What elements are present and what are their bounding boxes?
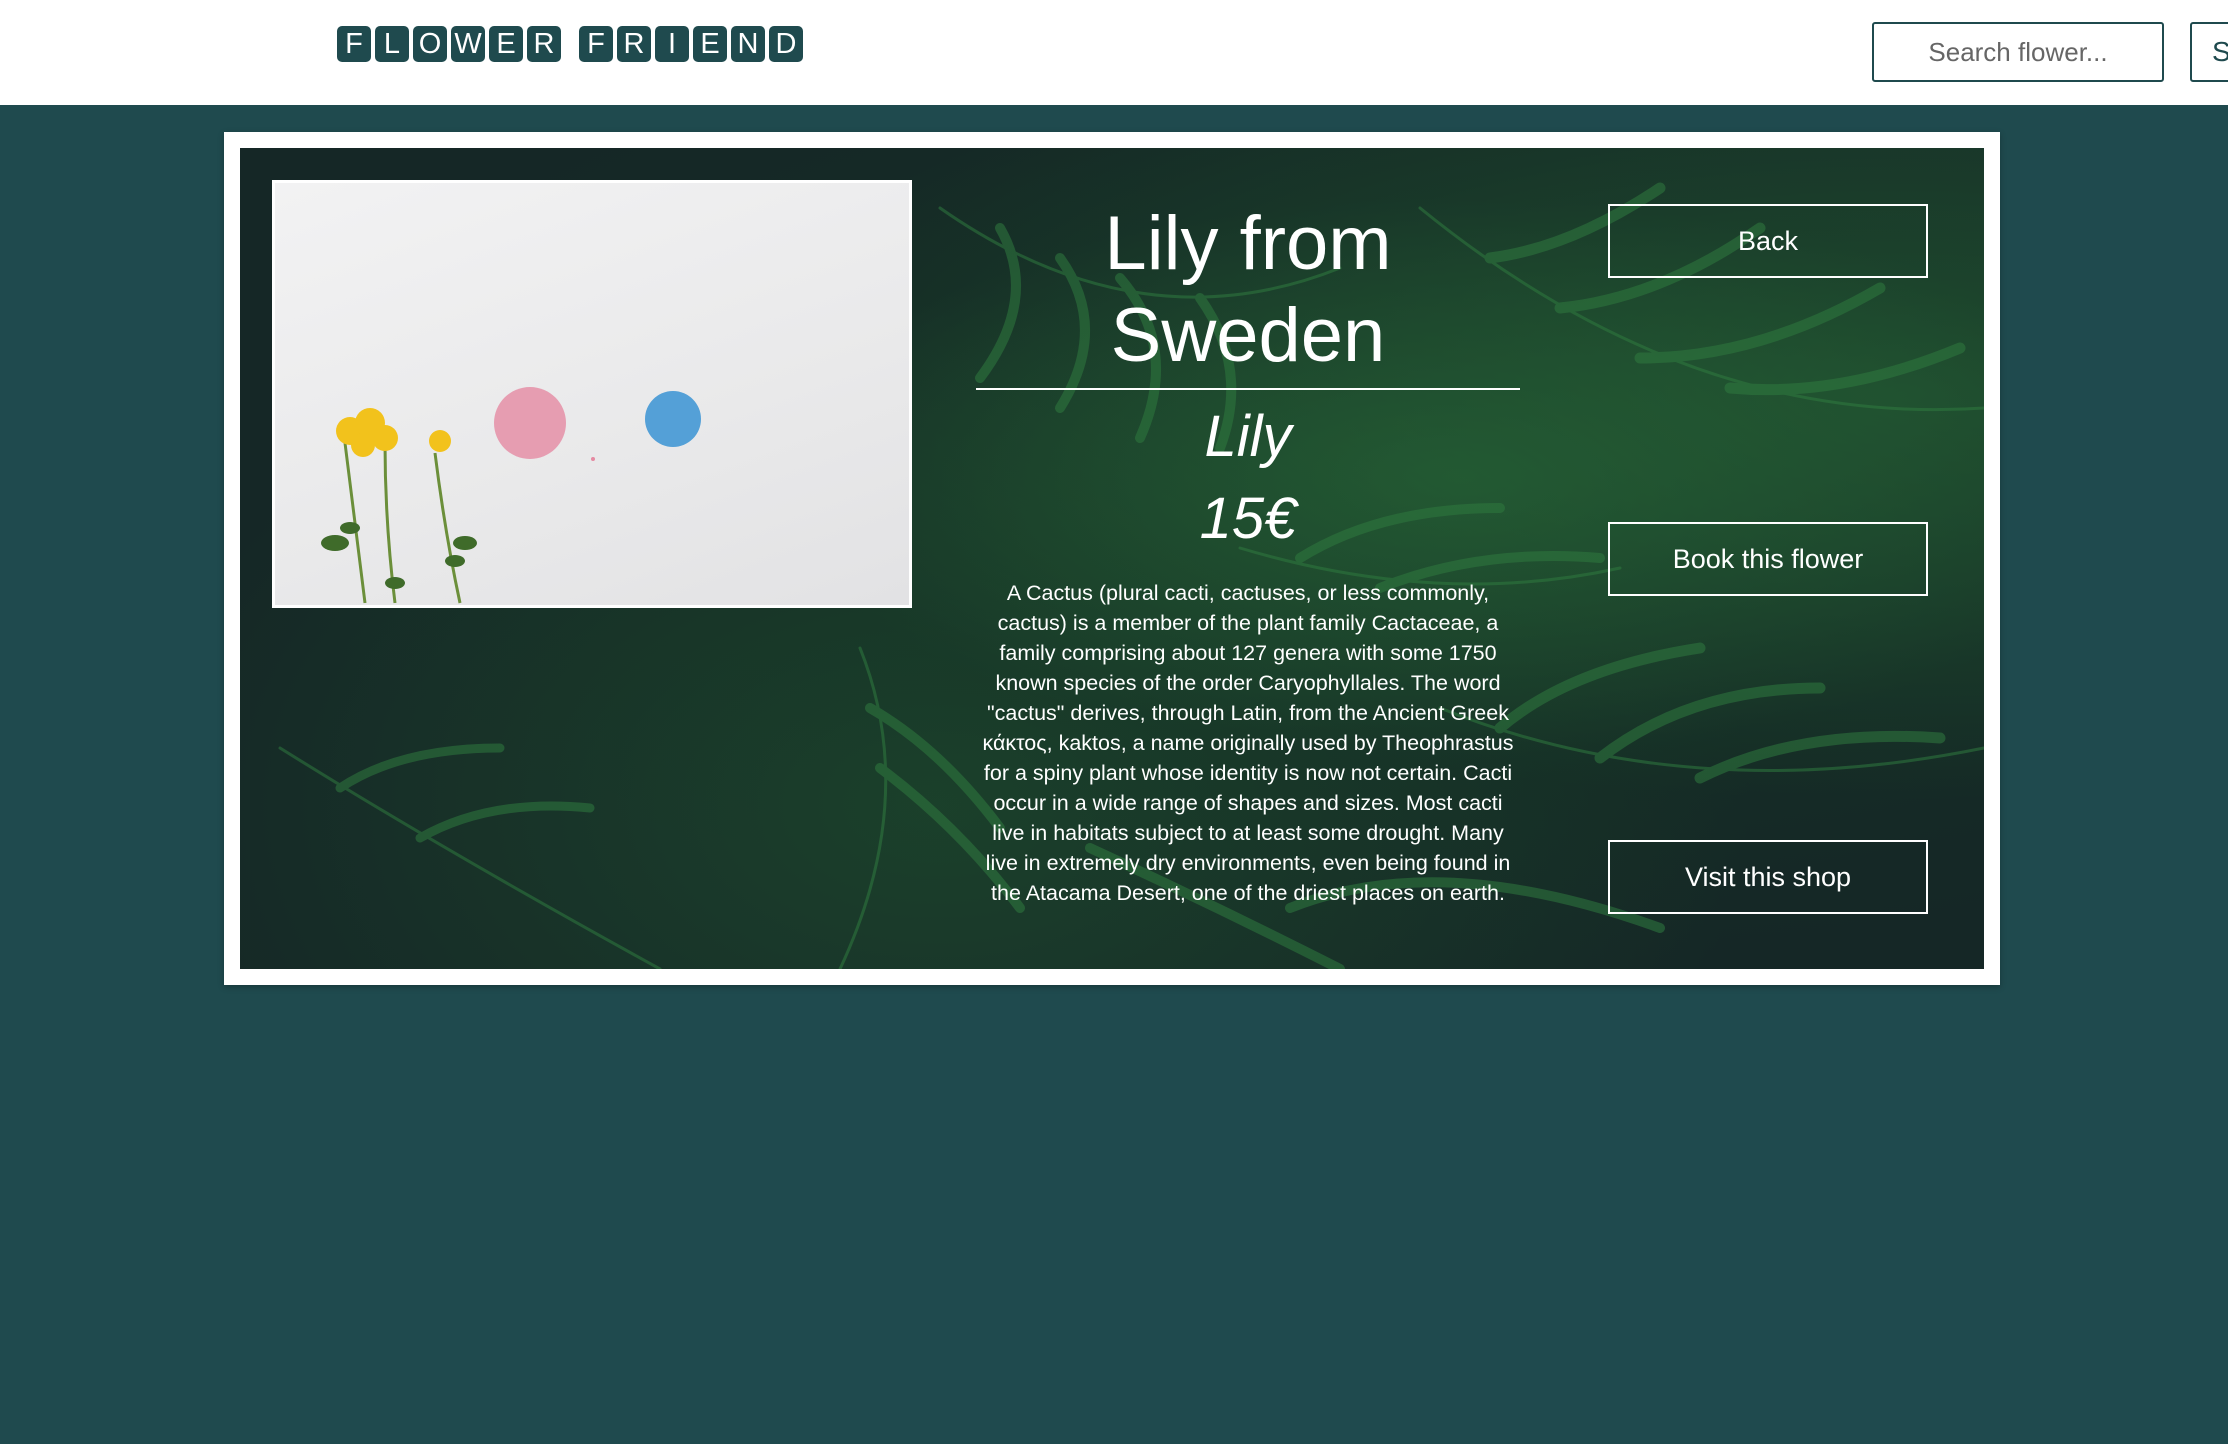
search-button[interactable]: S: [2190, 22, 2228, 82]
flower-detail-card: Lily from Sweden Lily 15€ A Cactus (plur…: [224, 132, 2000, 985]
logo-letter: F: [579, 26, 613, 62]
logo-letter: I: [655, 26, 689, 62]
logo-letter: L: [375, 26, 409, 62]
logo[interactable]: F L O W E R F R I E N D: [337, 26, 821, 62]
back-button[interactable]: Back: [1608, 204, 1928, 278]
flower-illustration: [321, 387, 701, 604]
logo-letter: E: [693, 26, 727, 62]
flower-info: Lily from Sweden Lily 15€ A Cactus (plur…: [976, 198, 1520, 908]
logo-letter: D: [769, 26, 803, 62]
logo-letter: W: [451, 26, 485, 62]
logo-word-flower: F L O W E R: [337, 26, 565, 62]
flower-price: 15€: [1199, 486, 1297, 551]
flower-title: Lily from Sweden: [976, 198, 1520, 390]
flower-photo: [272, 180, 912, 608]
flower-species: Lily: [1204, 404, 1292, 469]
pink-paint-dot: [494, 387, 566, 459]
top-navbar: F L O W E R F R I E N D S: [0, 0, 2228, 105]
logo-letter: R: [617, 26, 651, 62]
search-input[interactable]: [1872, 22, 2164, 82]
logo-letter: F: [337, 26, 371, 62]
logo-letter: E: [489, 26, 523, 62]
blue-paint-dot: [645, 391, 701, 447]
card-background: Lily from Sweden Lily 15€ A Cactus (plur…: [240, 148, 1984, 969]
logo-word-friend: F R I E N D: [579, 26, 807, 62]
flower-description: A Cactus (plural cacti, cactuses, or les…: [982, 581, 1514, 905]
book-flower-button[interactable]: Book this flower: [1608, 522, 1928, 596]
logo-letter: R: [527, 26, 561, 62]
logo-letter: N: [731, 26, 765, 62]
visit-shop-button[interactable]: Visit this shop: [1608, 840, 1928, 914]
logo-letter: O: [413, 26, 447, 62]
